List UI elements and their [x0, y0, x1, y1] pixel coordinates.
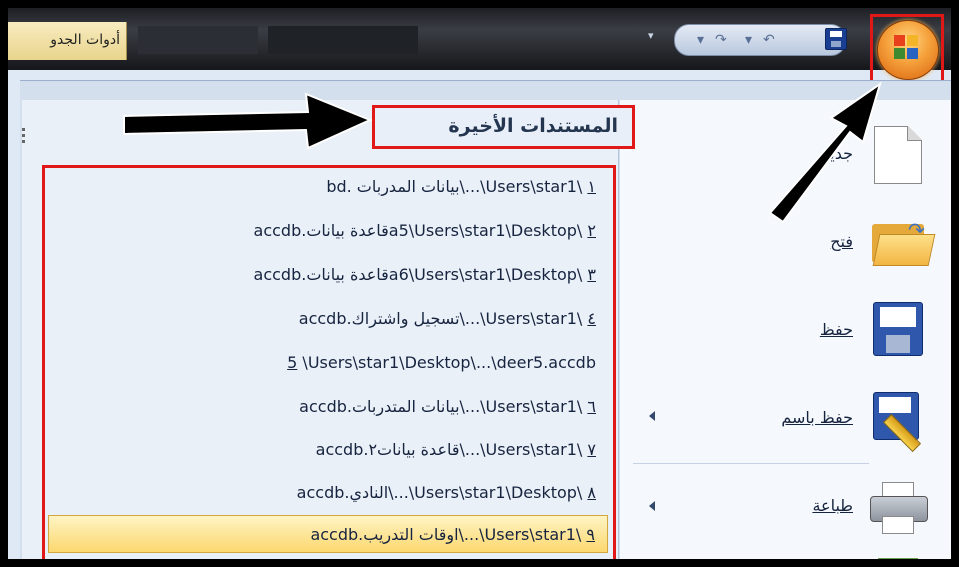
annotation-arrows — [123, 81, 882, 224]
arrow-to-heading-icon — [123, 92, 373, 150]
app-window: أدوات الجدو ▾ ▾ ↷ ▾ ↶ المستندات الأخيرة … — [8, 8, 951, 559]
arrow-to-office-button-icon — [768, 81, 882, 224]
